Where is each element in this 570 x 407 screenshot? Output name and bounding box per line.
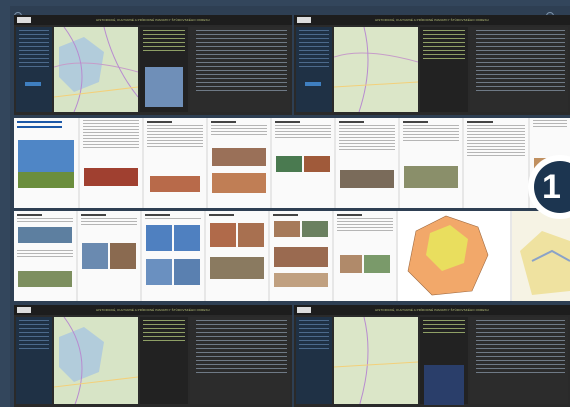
document-page[interactable] xyxy=(80,118,142,208)
map-icon xyxy=(334,317,418,404)
photo-pages-strip xyxy=(14,211,570,301)
sidebar xyxy=(16,27,52,112)
results-list[interactable] xyxy=(190,317,290,404)
map-icon xyxy=(334,27,418,112)
document-page[interactable] xyxy=(400,118,462,208)
badge-number: 1 xyxy=(534,161,570,213)
region-map-icon xyxy=(407,215,489,296)
app-header: HISTORICKÉ, KULTURNÉ A PRÍRODNÉ PAMIATKY… xyxy=(294,15,570,25)
map-screen-2[interactable]: HISTORICKÉ, KULTURNÉ A PRÍRODNÉ PAMIATKY… xyxy=(294,15,570,115)
sidebar xyxy=(16,317,52,404)
info-panel xyxy=(420,317,468,405)
sidebar-button[interactable] xyxy=(305,82,321,86)
map-view[interactable] xyxy=(54,27,138,112)
app-header: HISTORICKÉ, KULTURNÉ A PRÍRODNÉ PAMIATKY… xyxy=(294,305,570,315)
info-panel xyxy=(140,317,188,404)
map-screen-4[interactable]: HISTORICKÉ, KULTURNÉ A PRÍRODNÉ PAMIATKY… xyxy=(294,305,570,407)
map-icon xyxy=(54,317,138,404)
results-list[interactable] xyxy=(470,27,568,112)
document-page[interactable] xyxy=(14,211,76,301)
map-screen-1[interactable]: HISTORICKÉ, KULTURNÉ A PRÍRODNÉ PAMIATKY… xyxy=(14,15,292,115)
sidebar xyxy=(296,27,332,112)
document-page[interactable] xyxy=(270,211,332,301)
map-screen-3[interactable]: HISTORICKÉ, KULTURNÉ A PRÍRODNÉ PAMIATKY… xyxy=(14,305,292,407)
document-page[interactable] xyxy=(272,118,334,208)
document-page[interactable] xyxy=(142,211,204,301)
document-page[interactable] xyxy=(336,118,398,208)
map-view[interactable] xyxy=(334,27,418,112)
photo-thumbnail[interactable] xyxy=(424,365,464,405)
document-pages-strip xyxy=(14,118,570,208)
document-page[interactable] xyxy=(206,211,268,301)
map-view[interactable] xyxy=(54,317,138,404)
region-map-icon xyxy=(520,231,570,295)
results-list[interactable] xyxy=(470,317,568,404)
header-title: HISTORICKÉ, KULTURNÉ A PRÍRODNÉ PAMIATKY… xyxy=(375,18,489,22)
results-list[interactable] xyxy=(190,27,290,112)
info-panel xyxy=(420,27,468,112)
document-page[interactable] xyxy=(144,118,206,208)
header-title: HISTORICKÉ, KULTURNÉ A PRÍRODNÉ PAMIATKY… xyxy=(375,308,489,312)
app-header: HISTORICKÉ, KULTURNÉ A PRÍRODNÉ PAMIATKY… xyxy=(14,15,292,25)
document-page[interactable] xyxy=(334,211,396,301)
app-header: HISTORICKÉ, KULTURNÉ A PRÍRODNÉ PAMIATKY… xyxy=(14,305,292,315)
photo-thumbnail[interactable] xyxy=(145,67,183,107)
document-page[interactable] xyxy=(464,118,528,208)
document-page[interactable] xyxy=(208,118,270,208)
logo-icon xyxy=(17,17,31,23)
logo-icon xyxy=(297,17,311,23)
map-screens-strip-top: HISTORICKÉ, KULTURNÉ A PRÍRODNÉ PAMIATKY… xyxy=(14,15,570,115)
sidebar-button[interactable] xyxy=(25,82,41,86)
map-icon xyxy=(54,27,138,112)
document-cover-page[interactable] xyxy=(14,118,78,208)
region-map-page[interactable] xyxy=(398,211,510,301)
map-screens-strip-bottom: HISTORICKÉ, KULTURNÉ A PRÍRODNÉ PAMIATKY… xyxy=(14,305,570,407)
map-view[interactable] xyxy=(334,317,418,404)
logo-icon xyxy=(17,307,31,313)
info-panel xyxy=(140,27,188,112)
document-page[interactable] xyxy=(78,211,140,301)
region-map-page[interactable] xyxy=(512,211,570,301)
logo-icon xyxy=(297,307,311,313)
header-title: HISTORICKÉ, KULTURNÉ A PRÍRODNÉ PAMIATKY… xyxy=(96,18,210,22)
header-title: HISTORICKÉ, KULTURNÉ A PRÍRODNÉ PAMIATKY… xyxy=(96,308,210,312)
sidebar xyxy=(296,317,332,404)
